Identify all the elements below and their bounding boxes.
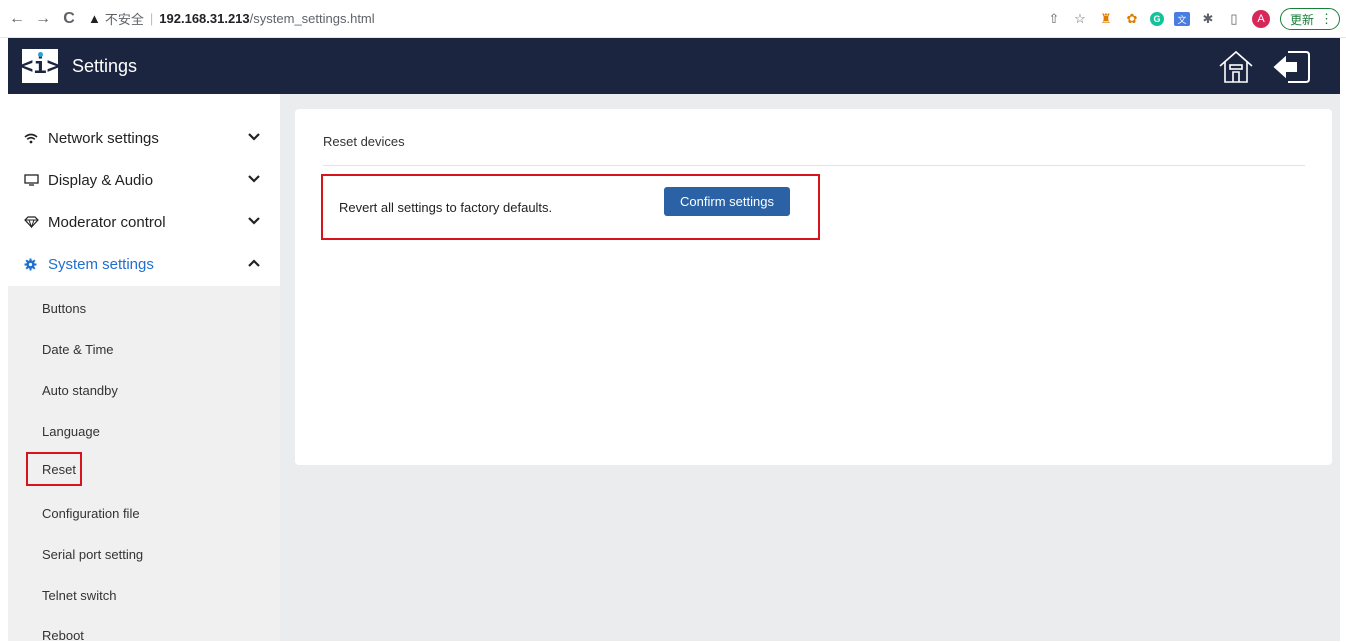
submenu-item-date-time[interactable]: Date & Time: [42, 342, 114, 357]
chevron-down-icon: [248, 216, 260, 228]
address-separator: |: [149, 11, 154, 26]
confirm-settings-button[interactable]: Confirm settings: [664, 187, 790, 216]
forward-arrow-icon[interactable]: →: [32, 8, 54, 30]
url-path[interactable]: /system_settings.html: [250, 11, 375, 26]
share-icon[interactable]: ⇧: [1046, 11, 1062, 27]
submenu-item-buttons[interactable]: Buttons: [42, 301, 86, 316]
revert-description: Revert all settings to factory defaults.: [339, 200, 553, 215]
card-divider: [323, 165, 1305, 166]
reset-devices-card: Reset devices Revert all settings to fac…: [295, 109, 1332, 465]
sidebar-item-label: Display & Audio: [48, 171, 154, 189]
url-host[interactable]: 192.168.31.213: [159, 11, 249, 26]
submenu-item-serial-port[interactable]: Serial port setting: [42, 547, 143, 562]
extension-leaf-icon[interactable]: ✿: [1124, 11, 1140, 27]
bookmark-star-icon[interactable]: ☆: [1072, 11, 1088, 27]
browser-toolbar: ← → C ▲ 不安全 | 192.168.31.213 /system_set…: [0, 0, 1346, 38]
translate-icon[interactable]: 文: [1173, 12, 1190, 26]
browser-extensions: ⇧ ☆ ♜ ✿ G 文 ✱ ▯ A 更新 ⋮: [1046, 8, 1340, 30]
page-right-edge: [1340, 94, 1346, 641]
sidebar-item-label: System settings: [48, 255, 154, 273]
monitor-icon: [24, 174, 44, 186]
gear-icon: [24, 258, 44, 271]
sidebar-item-label: Moderator control: [48, 213, 166, 231]
page-title: Settings: [72, 55, 138, 76]
reload-icon[interactable]: C: [58, 8, 80, 30]
update-button[interactable]: 更新 ⋮: [1279, 8, 1340, 30]
sidebar-item-moderator[interactable]: Moderator control: [8, 202, 280, 242]
profile-avatar[interactable]: A: [1251, 10, 1270, 28]
insecure-label[interactable]: 不安全: [105, 9, 144, 28]
sidebar-item-display-audio[interactable]: Display & Audio: [8, 160, 280, 200]
side-panel-icon[interactable]: ▯: [1226, 11, 1242, 27]
grammarly-icon[interactable]: G: [1149, 12, 1164, 26]
main-content: Reset devices Revert all settings to fac…: [280, 94, 1340, 641]
sidebar-item-network[interactable]: Network settings: [8, 118, 280, 158]
home-icon[interactable]: [1216, 48, 1256, 86]
chevron-down-icon: [248, 132, 260, 144]
sidebar-item-label: Network settings: [48, 129, 159, 147]
wifi-icon: [24, 133, 44, 144]
chevron-down-icon: [248, 174, 260, 186]
logo-text: <i>: [20, 53, 60, 79]
sidebar: Network settings Display & Audio Moderat…: [8, 94, 280, 643]
app-header: <i> Settings: [8, 38, 1340, 94]
logo-dot: [38, 52, 43, 57]
warning-icon[interactable]: ▲: [88, 11, 101, 26]
card-title: Reset devices: [323, 134, 405, 149]
sidebar-item-system[interactable]: System settings: [8, 244, 280, 284]
extensions-puzzle-icon[interactable]: ✱: [1200, 11, 1216, 27]
extension-badge-icon[interactable]: ♜: [1098, 11, 1114, 27]
submenu-item-auto-standby[interactable]: Auto standby: [42, 383, 118, 398]
more-menu-icon: ⋮: [1320, 11, 1333, 26]
chevron-up-icon: [248, 258, 260, 270]
submenu-item-language[interactable]: Language: [42, 424, 100, 439]
submenu-item-configuration-file[interactable]: Configuration file: [42, 506, 140, 521]
update-label: 更新: [1289, 12, 1314, 27]
header-actions: [1216, 48, 1312, 86]
address-bar[interactable]: ▲ 不安全 | 192.168.31.213 /system_settings.…: [88, 5, 375, 33]
submenu-item-telnet-switch[interactable]: Telnet switch: [42, 588, 116, 603]
submenu-item-reset[interactable]: Reset: [42, 462, 76, 477]
diamond-icon: [24, 216, 44, 228]
system-submenu: Buttons Date & Time Auto standby Languag…: [8, 286, 280, 643]
back-arrow-icon[interactable]: ←: [6, 8, 28, 30]
logout-icon[interactable]: [1272, 48, 1312, 86]
brand-logo: <i>: [20, 49, 60, 83]
